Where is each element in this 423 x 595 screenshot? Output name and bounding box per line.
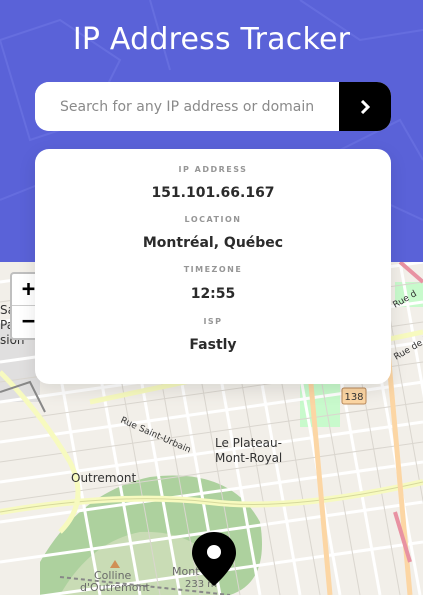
chevron-right-icon xyxy=(360,99,370,114)
map-label-plateau-2: Mont-Royal xyxy=(215,451,282,465)
page-title: IP Address Tracker xyxy=(72,22,351,57)
search-bar xyxy=(35,82,391,131)
ip-info-card: IP ADDRESS 151.101.66.167 LOCATION Montr… xyxy=(35,149,391,384)
location-pin-icon[interactable] xyxy=(191,531,237,587)
search-submit-button[interactable] xyxy=(339,82,391,131)
map-label-outremont: Outremont xyxy=(71,471,136,485)
timezone-value: 12:55 xyxy=(190,286,236,302)
map-label-route-138: 138 xyxy=(344,392,363,403)
map-label-rue-saint-urbain: Rue Saint-Urbain xyxy=(119,416,192,456)
search-input[interactable] xyxy=(35,82,339,131)
location-label: LOCATION xyxy=(184,215,242,224)
location-value: Montréal, Québec xyxy=(142,235,284,251)
map-label-colline-2: d'Outremont xyxy=(80,581,150,594)
timezone-label: TIMEZONE xyxy=(183,265,243,274)
ip-address-value: 151.101.66.167 xyxy=(151,185,275,201)
map-label-plateau-1: Le Plateau- xyxy=(215,436,282,450)
isp-value: Fastly xyxy=(189,337,237,353)
isp-label: ISP xyxy=(203,317,223,326)
ip-address-label: IP ADDRESS xyxy=(178,165,248,174)
